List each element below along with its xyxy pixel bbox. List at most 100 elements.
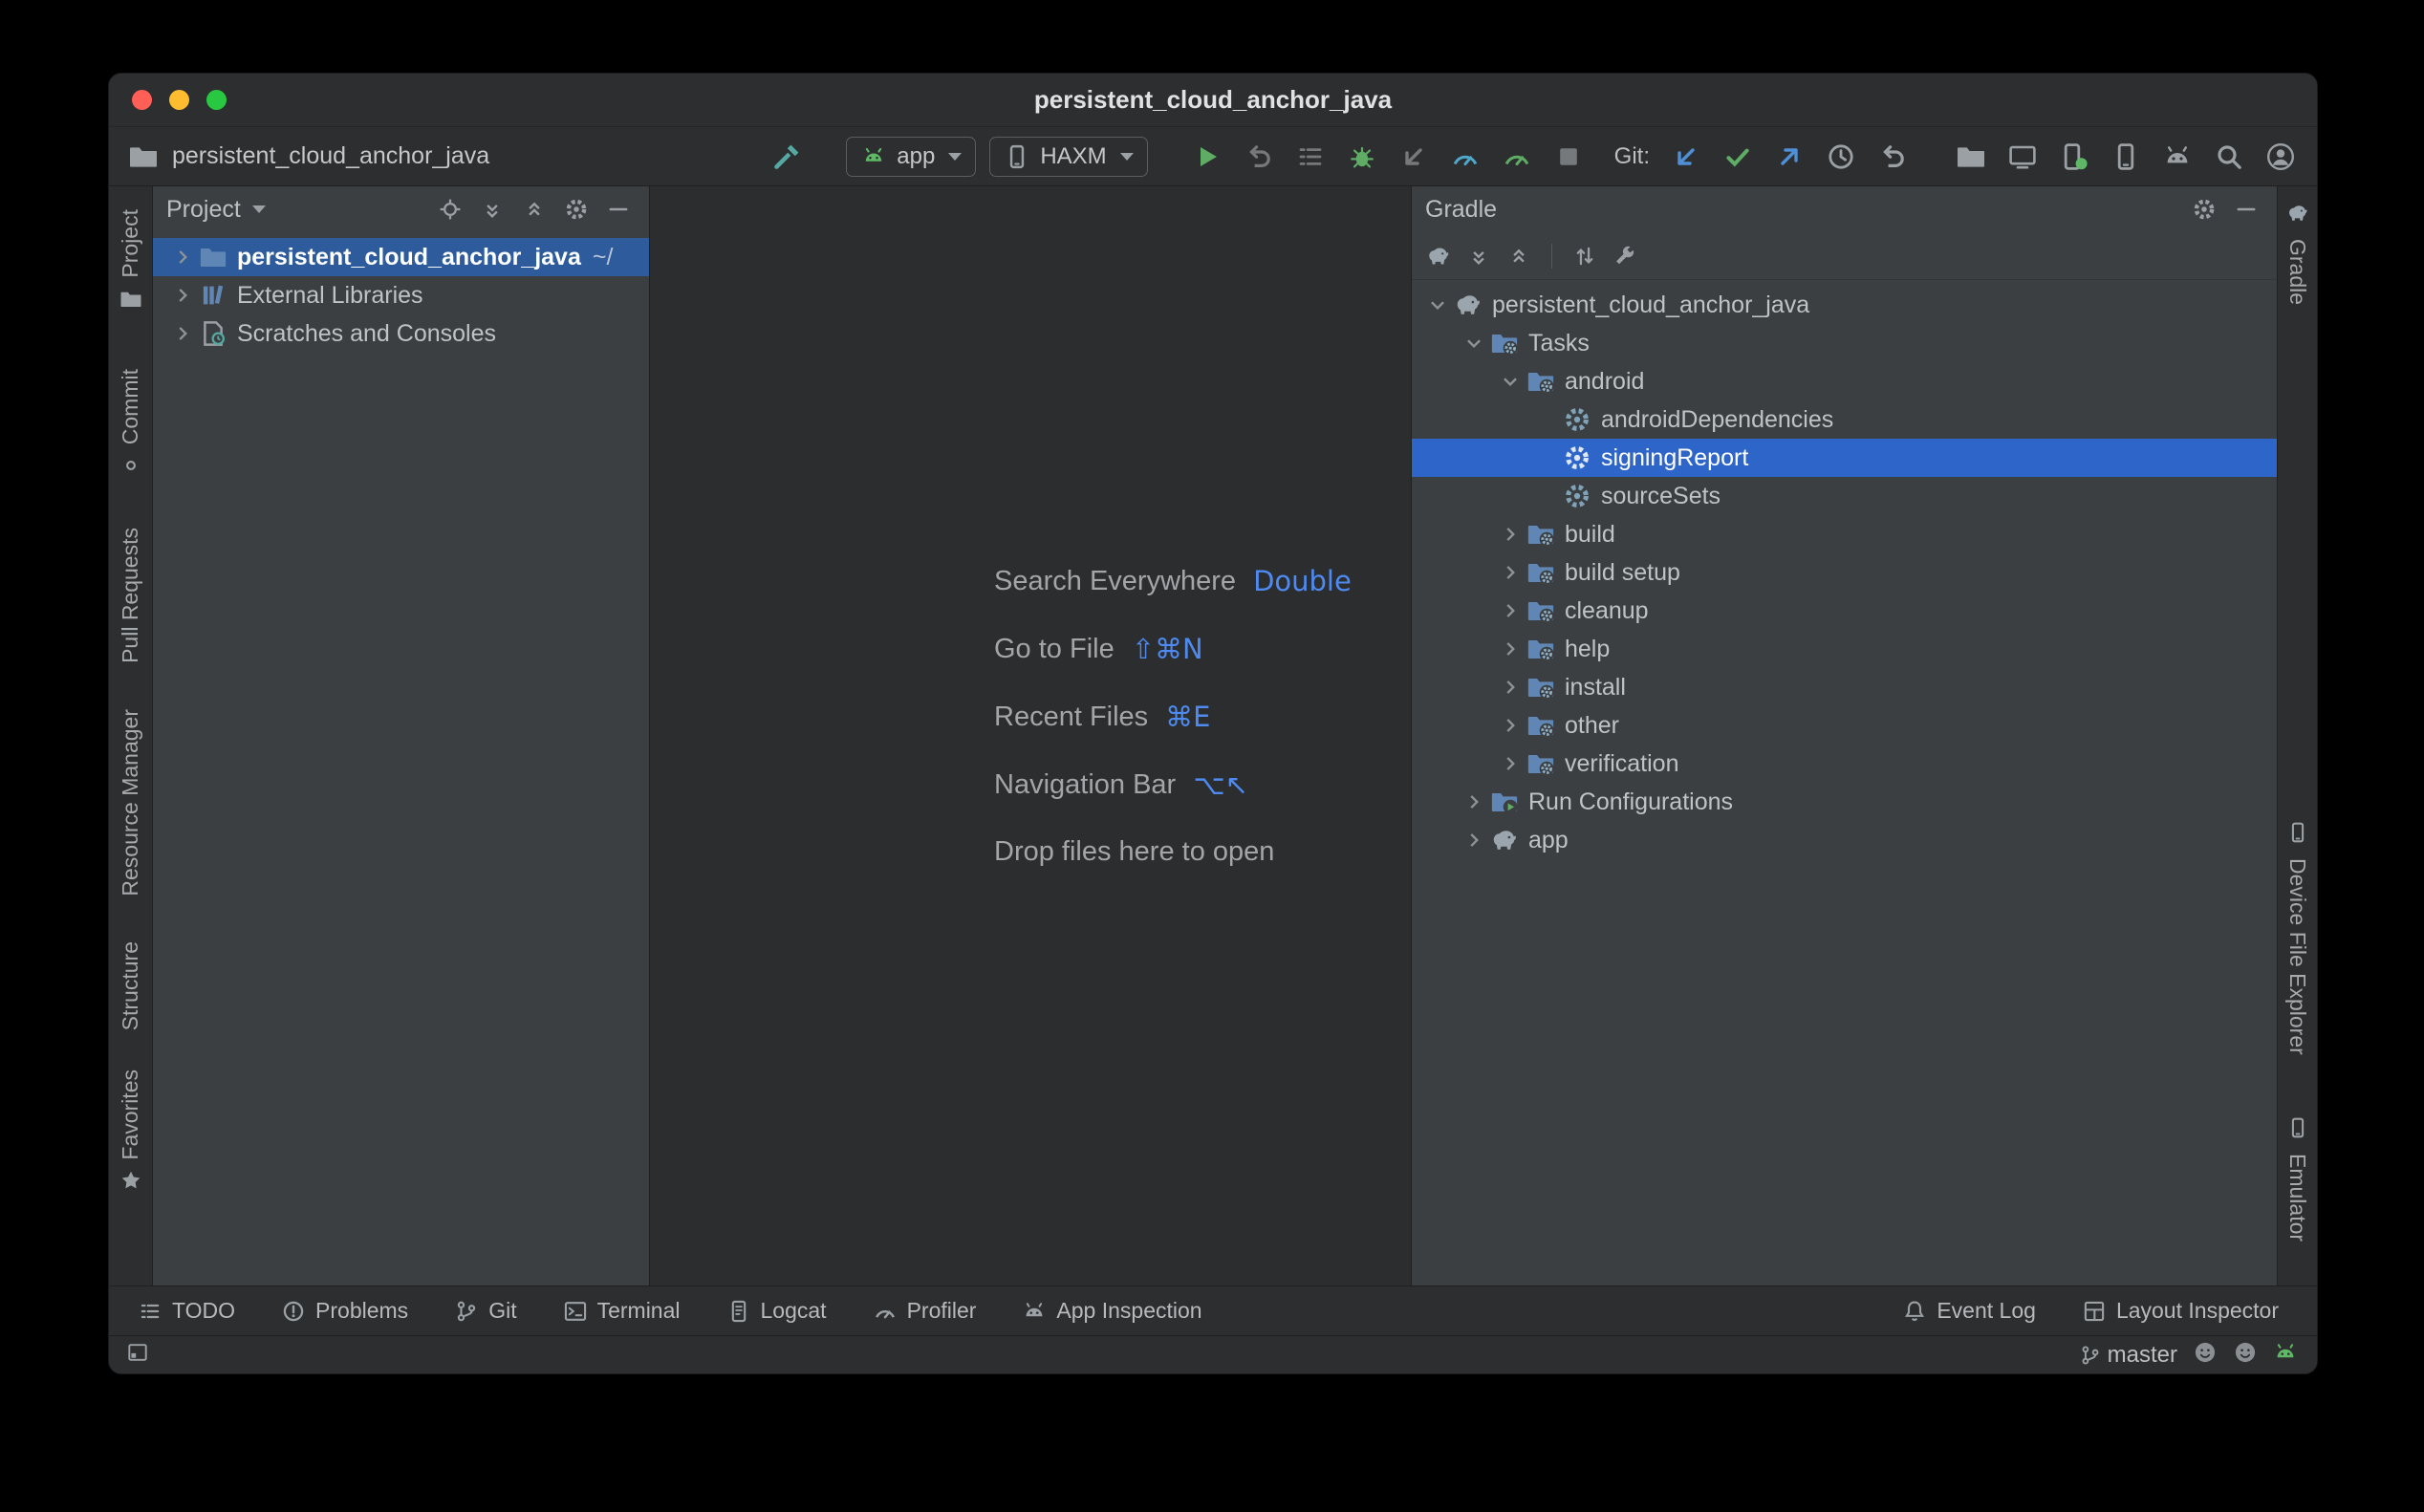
git-tab[interactable]: Git (454, 1298, 516, 1324)
tree-row-project-root[interactable]: persistent_cloud_anchor_java ~/ (153, 238, 649, 276)
sdk-manager-button[interactable] (2158, 138, 2197, 176)
gradle-row-verification[interactable]: verification (1412, 745, 2277, 783)
editor-area[interactable]: Search Everywhere Double Go to File ⇧⌘N … (650, 186, 1411, 1285)
apply-code-changes-button[interactable] (1291, 138, 1330, 176)
chevron-right-icon[interactable] (1494, 638, 1526, 659)
gradle-row-android[interactable]: android (1412, 362, 2277, 400)
gradle-row-androidDependencies[interactable]: androidDependencies (1412, 400, 2277, 439)
chevron-right-icon[interactable] (1494, 715, 1526, 736)
todo-tab[interactable]: TODO (138, 1298, 235, 1324)
run-button[interactable] (1188, 138, 1226, 176)
project-structure-button[interactable] (1952, 138, 1990, 176)
gradle-row-run-configurations[interactable]: Run Configurations (1412, 783, 2277, 821)
chevron-right-icon[interactable] (166, 285, 199, 306)
git-push-button[interactable] (1770, 138, 1808, 176)
locate-file-button[interactable] (433, 192, 467, 227)
hide-panel-button[interactable] (2229, 192, 2263, 227)
logcat-tab[interactable]: Logcat (726, 1298, 827, 1324)
user-avatar-button[interactable] (2262, 138, 2300, 176)
tool-stripe-gradle[interactable]: Gradle (2284, 202, 2310, 305)
tool-stripe-pull-requests[interactable]: Pull Requests (118, 528, 143, 663)
tool-stripe-structure[interactable]: Structure (118, 941, 143, 1030)
gradle-row-tasks[interactable]: Tasks (1412, 324, 2277, 362)
gradle-row-cleanup[interactable]: cleanup (1412, 592, 2277, 630)
git-update-button[interactable] (1667, 138, 1705, 176)
collapse-all-button[interactable] (517, 192, 552, 227)
app-inspection-tab[interactable]: App Inspection (1022, 1298, 1201, 1324)
project-selector-button[interactable]: persistent_cloud_anchor_java (124, 138, 489, 176)
device-manager-button[interactable] (2003, 138, 2042, 176)
tool-stripe-favorites[interactable]: Favorites (118, 1069, 143, 1198)
tool-stripe-emulator[interactable]: Emulator (2284, 1116, 2310, 1242)
stop-button[interactable] (1549, 138, 1588, 176)
layout-validation-button[interactable] (2107, 138, 2145, 176)
hide-panel-button[interactable] (601, 192, 636, 227)
chevron-down-icon (948, 153, 962, 161)
attach-debugger-button[interactable] (1395, 138, 1433, 176)
tree-row-scratches[interactable]: Scratches and Consoles (153, 314, 649, 353)
expand-all-button[interactable] (475, 192, 509, 227)
feedback-smiley-icon[interactable] (2193, 1340, 2218, 1370)
task-group-folder-icon (1526, 749, 1555, 778)
problems-tab[interactable]: Problems (281, 1298, 408, 1324)
tool-stripe-device-file-explorer[interactable]: Device File Explorer (2284, 821, 2310, 1055)
profile-low-overhead-button[interactable] (1498, 138, 1536, 176)
chevron-down-icon[interactable] (1421, 294, 1454, 315)
feedback-smiley-icon[interactable] (2233, 1340, 2258, 1370)
chevron-down-icon[interactable] (1458, 333, 1490, 354)
chevron-right-icon[interactable] (1494, 562, 1526, 583)
minimize-window-button[interactable] (169, 90, 189, 110)
collapse-all-button[interactable] (1502, 239, 1536, 273)
git-rollback-button[interactable] (1873, 138, 1912, 176)
debug-button[interactable] (1343, 138, 1381, 176)
tree-row-external-libraries[interactable]: External Libraries (153, 276, 649, 314)
gradle-row-app[interactable]: app (1412, 821, 2277, 859)
chevron-right-icon[interactable] (1458, 791, 1490, 812)
tool-stripe-resource-manager[interactable]: Resource Manager (118, 709, 143, 896)
gradle-row-install[interactable]: install (1412, 668, 2277, 706)
layout-inspector-tab[interactable]: Layout Inspector (2082, 1298, 2279, 1324)
chevron-right-icon[interactable] (1494, 677, 1526, 698)
toggle-tool-window-bars-button[interactable] (126, 1341, 149, 1369)
avd-manager-button[interactable] (2055, 138, 2093, 176)
gradle-row-root[interactable]: persistent_cloud_anchor_java (1412, 286, 2277, 324)
gradle-row-signingReport[interactable]: signingReport (1412, 439, 2277, 477)
panel-settings-button[interactable] (559, 192, 594, 227)
chevron-right-icon[interactable] (166, 247, 199, 268)
zoom-window-button[interactable] (206, 90, 227, 110)
gradle-row-other[interactable]: other (1412, 706, 2277, 745)
build-hammer-button[interactable] (768, 138, 806, 176)
tool-stripe-commit[interactable]: Commit (118, 369, 143, 482)
profiler-tab[interactable]: Profiler (873, 1298, 977, 1324)
terminal-tab[interactable]: Terminal (563, 1298, 681, 1324)
gradle-row-sourceSets[interactable]: sourceSets (1412, 477, 2277, 515)
gradle-sync-elephant-icon[interactable] (1421, 239, 1456, 273)
gradle-row-build[interactable]: build (1412, 515, 2277, 553)
tool-stripe-project[interactable]: Project (118, 209, 143, 315)
chevron-down-icon[interactable] (1494, 371, 1526, 392)
chevron-down-icon[interactable] (252, 205, 266, 213)
search-everywhere-button[interactable] (2210, 138, 2248, 176)
git-history-button[interactable] (1822, 138, 1860, 176)
execute-gradle-task-button[interactable] (1608, 239, 1642, 273)
git-commit-button[interactable] (1719, 138, 1757, 176)
chevron-right-icon[interactable] (1458, 830, 1490, 851)
android-droid-icon[interactable] (2273, 1340, 2298, 1370)
project-panel-title[interactable]: Project (166, 196, 241, 224)
offline-mode-button[interactable] (1568, 239, 1602, 273)
chevron-right-icon[interactable] (1494, 753, 1526, 774)
git-branch-widget[interactable]: master (2079, 1342, 2177, 1369)
panel-settings-button[interactable] (2187, 192, 2221, 227)
chevron-right-icon[interactable] (1494, 600, 1526, 621)
close-window-button[interactable] (132, 90, 152, 110)
gradle-row-build-setup[interactable]: build setup (1412, 553, 2277, 592)
event-log-tab[interactable]: Event Log (1902, 1298, 2036, 1324)
chevron-right-icon[interactable] (1494, 524, 1526, 545)
profile-button[interactable] (1446, 138, 1484, 176)
gradle-row-help[interactable]: help (1412, 630, 2277, 668)
expand-all-button[interactable] (1461, 239, 1496, 273)
device-dropdown[interactable]: HAXM (989, 137, 1147, 177)
run-configuration-dropdown[interactable]: app (846, 137, 976, 177)
chevron-right-icon[interactable] (166, 323, 199, 344)
apply-changes-button[interactable] (1240, 138, 1278, 176)
